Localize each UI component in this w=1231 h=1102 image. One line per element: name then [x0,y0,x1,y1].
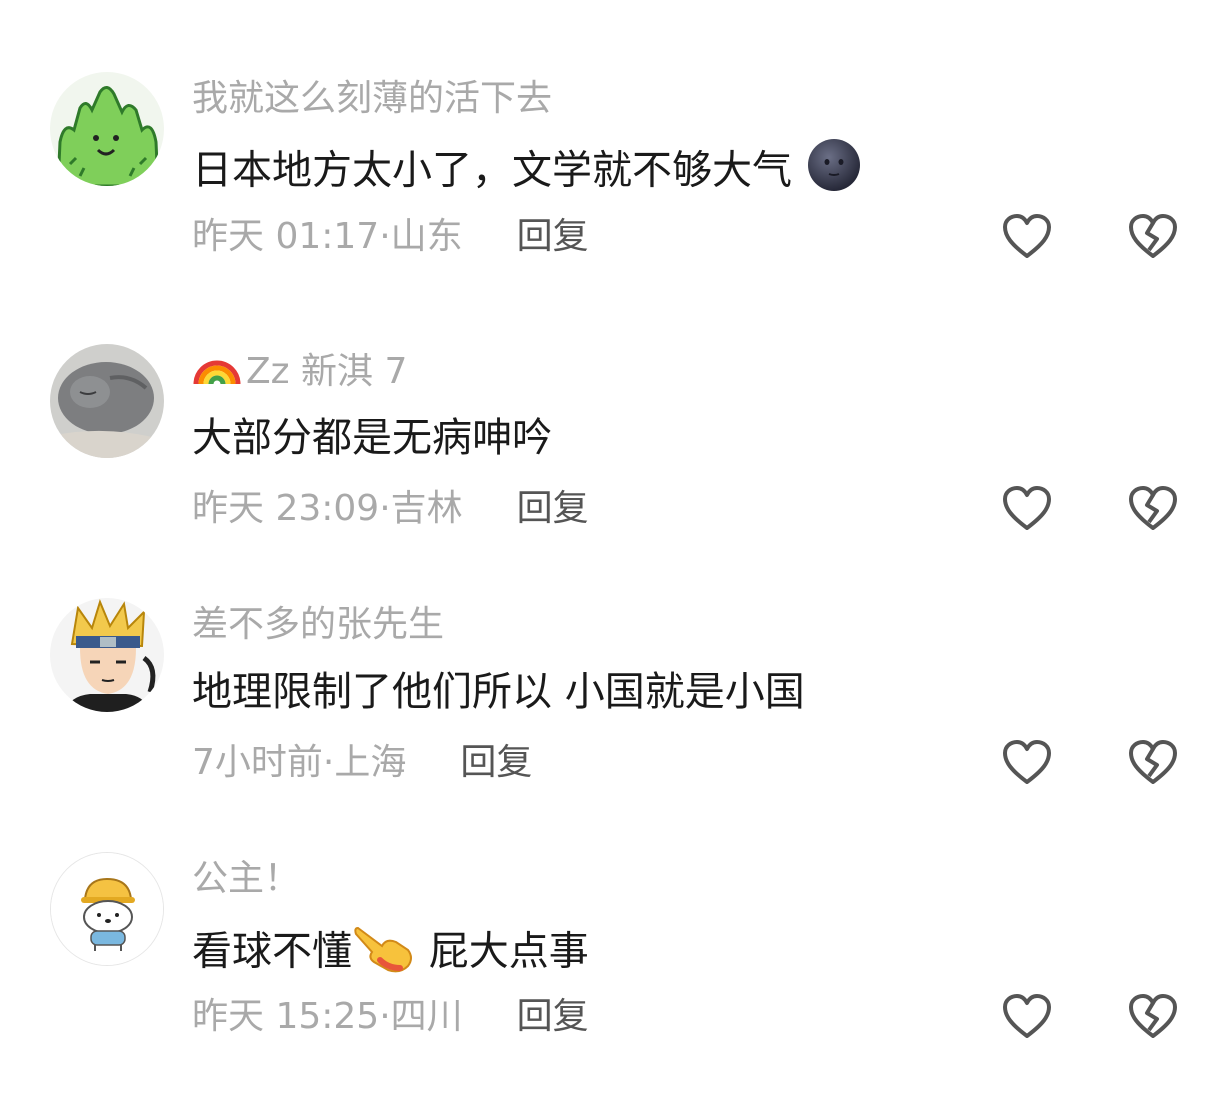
heart-icon [1003,740,1051,784]
like-button[interactable] [1001,212,1053,262]
like-button[interactable] [1001,738,1053,788]
comment-text-body: 看球不懂 [192,928,352,975]
broken-heart-icon [1129,994,1177,1038]
username-text: Zz 新淇 7 [246,351,408,392]
meta-separator: · [379,996,391,1037]
dislike-button[interactable] [1127,484,1179,534]
dislike-button[interactable] [1127,212,1179,262]
comment-text-body: 日本地方太小了，文学就不够大气 [192,147,792,194]
broken-heart-icon [1129,486,1177,530]
new-moon-face-icon [805,138,863,207]
cutoff-top-icons [1010,0,1170,4]
reply-button[interactable]: 回复 [517,216,589,257]
like-button[interactable] [1001,484,1053,534]
comment-meta: 7小时前·上海 回复 [192,738,532,788]
heart-icon [1003,994,1051,1038]
heart-icon [1003,214,1051,258]
timestamp: 昨天 23:09 [192,488,380,529]
reply-button[interactable]: 回复 [517,996,589,1037]
comment-text: 大部分都是无病呻吟 [192,415,552,461]
green-cactus-avatar-icon [50,72,164,186]
avatar[interactable] [50,852,164,966]
anime-ninja-avatar-icon [50,598,164,712]
comment-item: Zz 新淇 7 大部分都是无病呻吟 昨天 23:09·吉林 回复 [0,344,1231,594]
comment-item: 我就这么刻薄的活下去 日本地方太小了，文学就不够大气 昨天 01:17·山东 回复 [0,72,1231,322]
comment-meta: 昨天 15:25·四川 回复 [192,992,589,1042]
meta-separator: · [322,742,335,783]
reply-button[interactable]: 回复 [460,742,532,783]
comment-text: 地理限制了他们所以 小国就是小国 [192,669,805,715]
dislike-button[interactable] [1127,992,1179,1042]
location: 四川 [390,996,463,1037]
comment-item: 差不多的张先生 地理限制了他们所以 小国就是小国 7小时前·上海 回复 [0,598,1231,848]
comment-meta: 昨天 01:17·山东 回复 [192,212,589,262]
heart-icon [1003,486,1051,530]
cartoon-dog-avatar-icon [51,853,163,965]
comment-text: 日本地方太小了，文学就不够大气 [192,138,863,194]
dislike-button[interactable] [1127,738,1179,788]
comment-text-tail: 屁大点事 [416,928,589,975]
comment-text: 看球不懂 屁大点事 [192,918,589,975]
meta-separator: · [379,216,391,257]
broken-heart-icon [1129,214,1177,258]
location: 吉林 [390,488,463,529]
timestamp: 7小时前 [192,742,323,783]
sleeping-cat-avatar-icon [50,344,164,458]
timestamp: 昨天 01:17 [192,216,380,257]
timestamp: 昨天 15:25 [192,996,380,1037]
comment-meta: 昨天 23:09·吉林 回复 [192,484,589,534]
comment-item: 公主！ 看球不懂 屁大点事 昨天 15:25·四川 回复 [0,852,1231,1102]
avatar[interactable] [50,72,164,186]
avatar[interactable] [50,344,164,458]
meta-separator: · [379,488,391,529]
pointing-hand-icon [352,918,416,989]
broken-heart-icon [1129,740,1177,784]
like-button[interactable] [1001,992,1053,1042]
location: 上海 [334,742,407,783]
reply-button[interactable]: 回复 [517,488,589,529]
username[interactable]: 我就这么刻薄的活下去 [192,74,552,124]
username[interactable]: 差不多的张先生 [192,600,444,650]
username[interactable]: Zz 新淇 7 [192,346,407,396]
username[interactable]: 公主！ [192,854,300,904]
rainbow-icon [192,346,242,400]
avatar[interactable] [50,598,164,712]
location: 山东 [390,216,463,257]
